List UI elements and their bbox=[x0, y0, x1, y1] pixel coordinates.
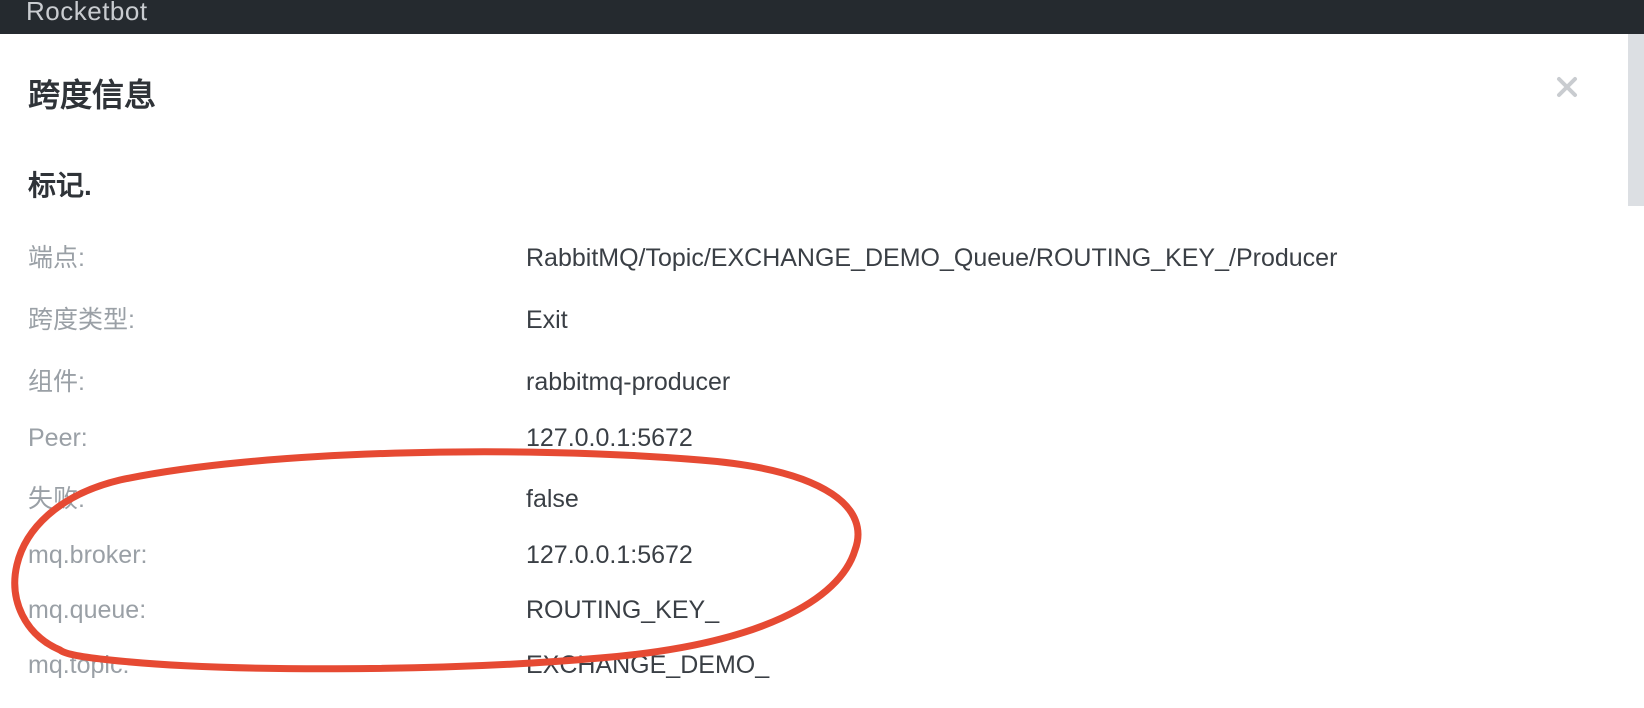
detail-label-mq-queue: mq.queue: bbox=[28, 596, 526, 625]
detail-label-mq-topic: mq.topic: bbox=[28, 651, 526, 680]
span-info-panel: 跨度信息 标记. 端点: RabbitMQ/Topic/EXCHANGE_DEM… bbox=[0, 34, 1628, 708]
panel-title: 跨度信息 bbox=[28, 70, 1588, 116]
section-title: 标记. bbox=[28, 164, 1588, 204]
topbar: Rocketbot bbox=[0, 0, 1644, 34]
close-icon bbox=[1555, 75, 1579, 99]
detail-row: 组件: rabbitmq-producer bbox=[28, 362, 1588, 398]
backdrop-strip bbox=[1628, 34, 1644, 206]
close-button[interactable] bbox=[1550, 70, 1584, 104]
detail-row: Peer: 127.0.0.1:5672 bbox=[28, 424, 1588, 453]
brand-title: Rocketbot bbox=[26, 0, 148, 22]
detail-row: 失败: false bbox=[28, 479, 1588, 515]
detail-value-failed: false bbox=[526, 485, 579, 514]
detail-value-spantype: Exit bbox=[526, 306, 568, 335]
detail-label-peer: Peer: bbox=[28, 424, 526, 453]
detail-label-spantype: 跨度类型: bbox=[28, 300, 526, 336]
detail-row: mq.queue: ROUTING_KEY_ bbox=[28, 596, 1588, 625]
detail-row: mq.topic: EXCHANGE_DEMO_ bbox=[28, 651, 1588, 680]
detail-value-peer: 127.0.0.1:5672 bbox=[526, 424, 693, 453]
detail-label-failed: 失败: bbox=[28, 479, 526, 515]
detail-row: 跨度类型: Exit bbox=[28, 300, 1588, 336]
detail-value-component: rabbitmq-producer bbox=[526, 368, 730, 397]
detail-label-component: 组件: bbox=[28, 362, 526, 398]
detail-value-endpoint: RabbitMQ/Topic/EXCHANGE_DEMO_Queue/ROUTI… bbox=[526, 244, 1337, 273]
detail-value-mq-broker: 127.0.0.1:5672 bbox=[526, 541, 693, 570]
detail-value-mq-queue: ROUTING_KEY_ bbox=[526, 596, 719, 625]
detail-row: 端点: RabbitMQ/Topic/EXCHANGE_DEMO_Queue/R… bbox=[28, 238, 1588, 274]
detail-row: mq.broker: 127.0.0.1:5672 bbox=[28, 541, 1588, 570]
detail-value-mq-topic: EXCHANGE_DEMO_ bbox=[526, 651, 769, 680]
detail-label-mq-broker: mq.broker: bbox=[28, 541, 526, 570]
detail-label-endpoint: 端点: bbox=[28, 238, 526, 274]
